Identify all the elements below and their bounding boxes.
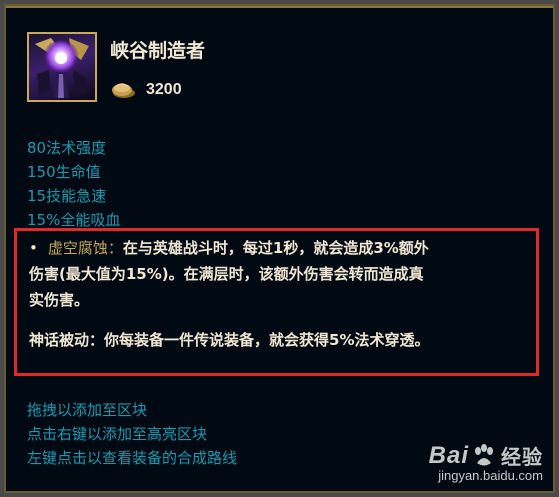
staff-orb-icon[interactable] [27,32,97,102]
baidu-logo: Bai 经验 [428,441,543,470]
hint-left-click: 左键点击以查看装备的合成路线 [27,449,238,467]
baidu-watermark: Bai 经验 jingyan.baidu.com [428,441,543,484]
passive-separator: ： [107,239,123,257]
passive-text-1: 在与英雄战斗时，每过1秒，就会造成3%额外 [122,239,429,257]
passive-line-2: 伤害(最大值为15%)。在满层时，该额外伤害会转而造成真 [29,265,424,283]
passive-name: 虚空腐蚀 [47,239,108,257]
passive-highlight-box: • 虚空腐蚀：在与英雄战斗时，每过1秒，就会造成3%额外 伤害(最大值为15%)。… [14,228,539,376]
item-tooltip: 峡谷制造者 3200 80法术强度 150生命值 15技能急速 15%全能吸血 … [4,4,555,493]
hint-right-click: 点击右键以添加至高亮区块 [27,425,208,443]
hint-drag: 拖拽以添加至区块 [27,401,148,419]
passive-line-3: 实伤害。 [29,291,90,309]
action-hints: 拖拽以添加至区块 点击右键以添加至高亮区块 左键点击以查看装备的合成路线 [27,398,237,470]
passive-line-1: • 虚空腐蚀：在与英雄战斗时，每过1秒，就会造成3%额外 [29,235,529,261]
paw-icon [475,443,493,465]
gold-coin-icon [112,83,135,98]
item-name: 峡谷制造者 [110,40,206,62]
bullet: • [29,239,38,257]
stat-health: 150生命值 [27,163,101,181]
stat-ability-power: 80法术强度 [27,139,107,157]
gold-value: 3200 [146,81,182,98]
watermark-url: jingyan.baidu.com [438,468,543,483]
gold-cost: 3200 [110,78,182,102]
mythic-passive: 神话被动：你每装备一件传说装备，就会获得5%法术穿透。 [29,331,430,349]
stat-ability-haste: 15技能急速 [27,187,107,205]
stat-list: 80法术强度 150生命值 15技能急速 15%全能吸血 [27,136,120,232]
